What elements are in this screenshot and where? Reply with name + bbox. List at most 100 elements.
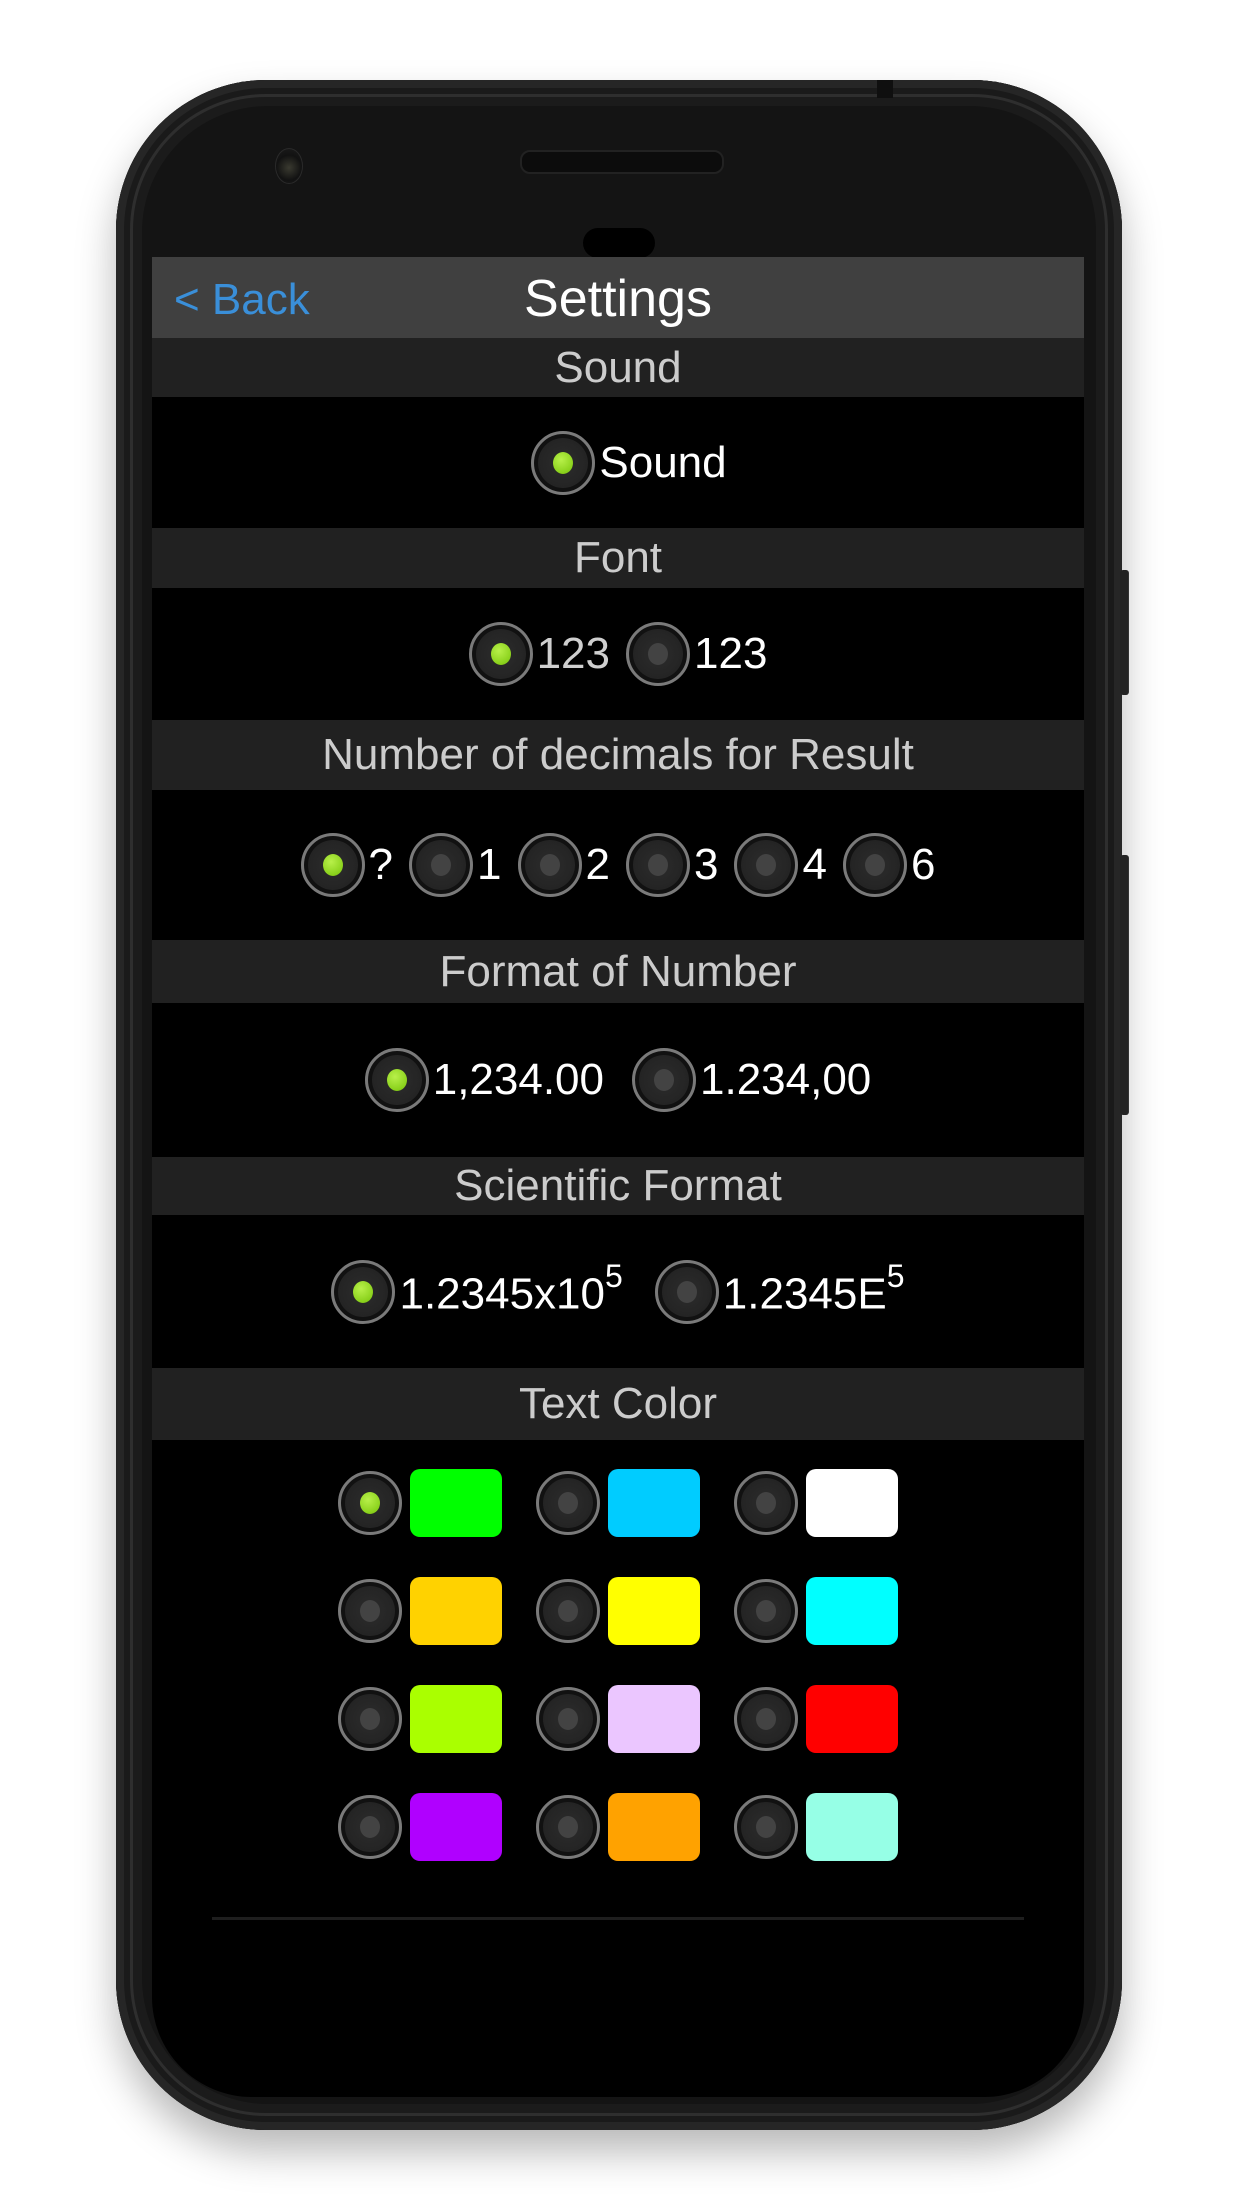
- color-swatch[interactable]: [410, 1685, 502, 1753]
- font-options: 123 123: [152, 588, 1084, 720]
- color-swatch[interactable]: [410, 1577, 502, 1645]
- color-swatch[interactable]: [410, 1793, 502, 1861]
- color-row: [152, 1685, 1084, 1793]
- color-option[interactable]: [734, 1577, 898, 1645]
- option-base: 1.2345x10: [399, 1269, 605, 1319]
- earpiece-speaker: [520, 150, 724, 174]
- color-swatch[interactable]: [608, 1793, 700, 1861]
- radio-dot-icon: [360, 1600, 380, 1622]
- option-label: 1.2345x105: [399, 1258, 622, 1320]
- option-label: 3: [694, 840, 719, 889]
- color-option[interactable]: [338, 1469, 502, 1537]
- radio-button-selected[interactable]: [300, 833, 365, 897]
- scientific-option-x10[interactable]: 1.2345x105: [331, 1258, 623, 1324]
- number-format-option-eu[interactable]: 1.234,00: [632, 1048, 871, 1112]
- navigation-bar: < Back Settings: [152, 257, 1084, 338]
- radio-button[interactable]: [734, 1471, 798, 1535]
- radio-button[interactable]: [734, 1579, 798, 1643]
- color-swatch[interactable]: [806, 1469, 898, 1537]
- color-swatch[interactable]: [608, 1577, 700, 1645]
- decimals-option-6[interactable]: 6: [842, 833, 935, 897]
- section-title: Format of Number: [439, 947, 797, 996]
- color-option[interactable]: [338, 1793, 502, 1861]
- sound-toggle[interactable]: Sound: [531, 430, 727, 495]
- section-title: Scientific Format: [454, 1161, 782, 1210]
- option-label: 1,234.00: [432, 1055, 604, 1104]
- radio-dot-icon: [756, 1708, 776, 1730]
- section-title: Number of decimals for Result: [322, 730, 914, 779]
- decimals-option-2[interactable]: 2: [517, 833, 610, 897]
- radio-dot-icon: [756, 854, 777, 876]
- phone-power-button: [1120, 570, 1129, 695]
- radio-button[interactable]: [626, 622, 690, 686]
- sound-options: Sound: [152, 397, 1084, 528]
- color-option[interactable]: [734, 1469, 898, 1537]
- option-label: 1.234,00: [700, 1055, 872, 1104]
- decimals-option-4[interactable]: 4: [734, 833, 827, 897]
- radio-dot-icon: [360, 1492, 380, 1514]
- decimals-option-3[interactable]: 3: [626, 833, 718, 897]
- radio-dot-icon: [490, 643, 511, 665]
- radio-dot-icon: [360, 1816, 380, 1838]
- option-exponent: 5: [605, 1257, 623, 1294]
- radio-button[interactable]: [734, 833, 799, 897]
- radio-button[interactable]: [536, 1687, 600, 1751]
- option-label: 123: [536, 629, 610, 678]
- font-option-thin[interactable]: 123: [468, 622, 610, 686]
- color-row: [152, 1469, 1084, 1577]
- color-swatch[interactable]: [806, 1793, 898, 1861]
- radio-button-selected[interactable]: [531, 430, 596, 495]
- number-format-options: 1,234.00 1.234,00: [152, 1003, 1084, 1157]
- radio-button[interactable]: [536, 1795, 600, 1859]
- radio-button[interactable]: [734, 1795, 798, 1859]
- radio-button[interactable]: [654, 1259, 719, 1324]
- radio-button[interactable]: [338, 1687, 402, 1751]
- color-option[interactable]: [536, 1469, 700, 1537]
- color-option[interactable]: [536, 1793, 700, 1861]
- color-option[interactable]: [536, 1577, 700, 1645]
- radio-dot-icon: [648, 854, 668, 876]
- color-swatch[interactable]: [806, 1577, 898, 1645]
- color-option[interactable]: [536, 1685, 700, 1753]
- radio-dot-icon: [558, 1708, 578, 1730]
- radio-button[interactable]: [409, 833, 474, 897]
- font-option-regular[interactable]: 123: [626, 622, 767, 686]
- color-option[interactable]: [734, 1685, 898, 1753]
- radio-button[interactable]: [734, 1687, 798, 1751]
- color-swatch[interactable]: [410, 1469, 502, 1537]
- color-option[interactable]: [734, 1793, 898, 1861]
- radio-button[interactable]: [338, 1795, 402, 1859]
- radio-button[interactable]: [632, 1048, 696, 1112]
- color-swatch[interactable]: [608, 1469, 700, 1537]
- decimals-option-auto[interactable]: ?: [300, 833, 393, 897]
- radio-button[interactable]: [536, 1471, 600, 1535]
- radio-button[interactable]: [626, 833, 690, 897]
- section-title: Sound: [554, 343, 682, 392]
- option-base: 1.2345E: [722, 1269, 887, 1319]
- radio-button[interactable]: [536, 1579, 600, 1643]
- color-swatch[interactable]: [806, 1685, 898, 1753]
- radio-button-selected[interactable]: [338, 1471, 402, 1535]
- color-option[interactable]: [338, 1685, 502, 1753]
- color-option[interactable]: [338, 1577, 502, 1645]
- color-row: [152, 1793, 1084, 1901]
- text-color-grid: [152, 1469, 1084, 1901]
- radio-dot-icon: [756, 1816, 776, 1838]
- radio-button-selected[interactable]: [331, 1259, 396, 1324]
- color-swatch[interactable]: [608, 1685, 700, 1753]
- radio-button[interactable]: [842, 833, 907, 897]
- scientific-option-e[interactable]: 1.2345E5: [654, 1257, 905, 1324]
- page-title: Settings: [524, 270, 712, 328]
- section-header-text-color: Text Color: [152, 1368, 1084, 1440]
- option-exponent: 5: [886, 1257, 905, 1294]
- radio-button-selected[interactable]: [468, 622, 533, 686]
- decimals-option-1[interactable]: 1: [409, 833, 502, 897]
- decimals-options: ? 1 2 3 4 6: [152, 790, 1084, 940]
- number-format-option-us[interactable]: 1,234.00: [364, 1048, 604, 1112]
- radio-dot-icon: [558, 1816, 578, 1838]
- radio-dot-icon: [360, 1708, 380, 1730]
- radio-button-selected[interactable]: [364, 1048, 429, 1112]
- radio-button[interactable]: [338, 1579, 402, 1643]
- radio-button[interactable]: [517, 833, 582, 897]
- app-screen: < Back Settings Sound Sound Font 123 123…: [152, 257, 1084, 2097]
